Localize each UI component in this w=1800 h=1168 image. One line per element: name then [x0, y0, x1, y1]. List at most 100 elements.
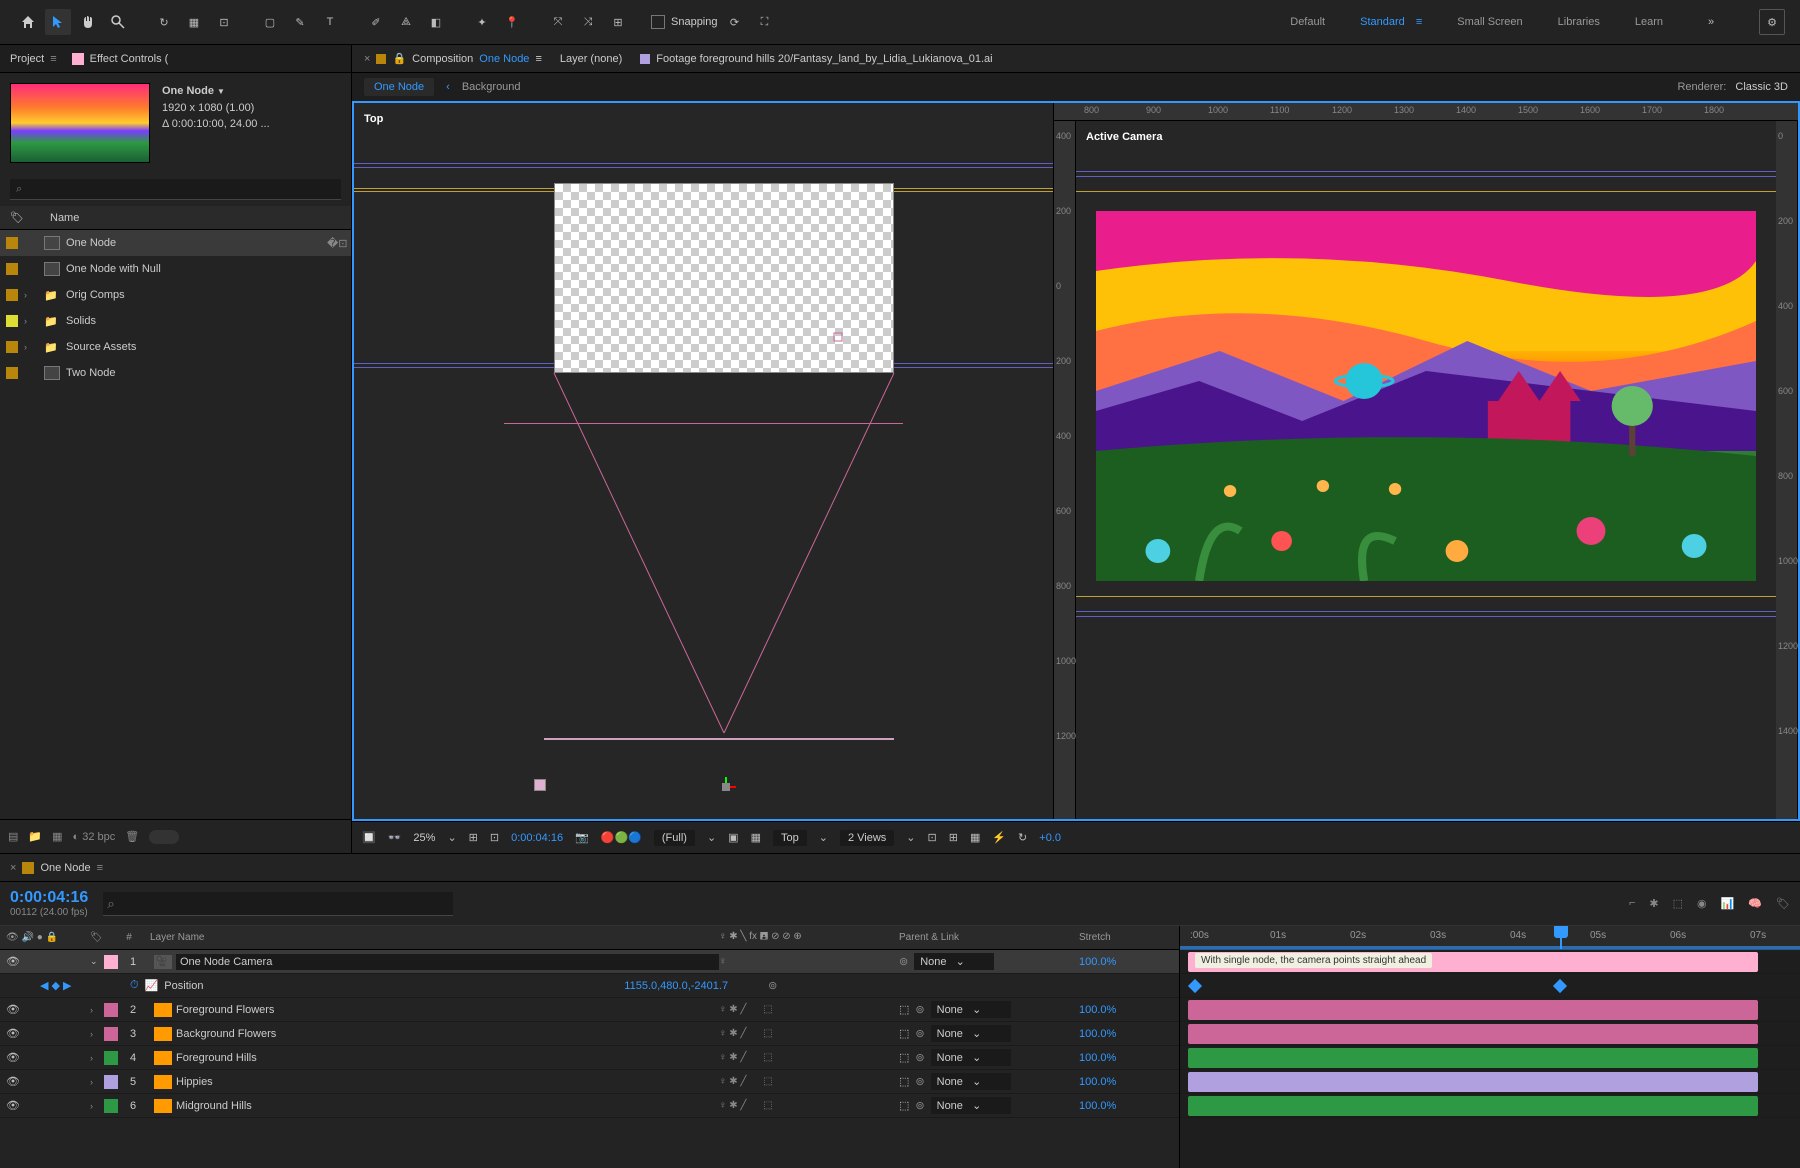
- view-dropdown-icon[interactable]: ⌄: [819, 831, 828, 844]
- breadcrumb-next[interactable]: Background: [462, 81, 521, 93]
- world-axis-icon[interactable]: ⤨: [575, 9, 601, 35]
- layer-expand-icon[interactable]: ›: [90, 1053, 104, 1063]
- layer-switches[interactable]: ♀ ✱ ╱ ⬚: [719, 1004, 899, 1015]
- stretch-value[interactable]: 100.0%: [1079, 1052, 1179, 1064]
- guides-icon[interactable]: ⊡: [490, 831, 499, 844]
- effect-controls-tab[interactable]: Effect Controls (: [72, 53, 169, 65]
- layer-switches[interactable]: ♀ ✱ ╱ ⬚: [719, 1076, 899, 1087]
- snap-opt-1-icon[interactable]: ⟳: [722, 9, 748, 35]
- parent-dropdown[interactable]: None ⌄: [931, 1097, 1011, 1114]
- project-tab[interactable]: Project ≡: [10, 53, 57, 65]
- graph-editor-icon[interactable]: 📊: [1721, 897, 1735, 910]
- snapshot-icon[interactable]: 📷: [575, 831, 589, 844]
- layer-expand-icon[interactable]: ›: [90, 1101, 104, 1111]
- pickwhip-icon[interactable]: ⊚: [915, 1003, 924, 1016]
- timeline-tab[interactable]: × One Node ≡: [10, 862, 103, 874]
- track-row[interactable]: [1180, 1094, 1800, 1118]
- track-row[interactable]: [1180, 998, 1800, 1022]
- layer-bar[interactable]: [1188, 1024, 1758, 1044]
- stretch-value[interactable]: 100.0%: [1079, 1004, 1179, 1016]
- layer-name[interactable]: Background Flowers: [176, 1028, 719, 1040]
- project-item[interactable]: › 📁 Orig Comps: [0, 282, 351, 308]
- layer-switches[interactable]: ♀: [719, 956, 899, 967]
- breadcrumb-arrow-icon[interactable]: ‹: [446, 81, 450, 93]
- timeline-layer-row[interactable]: 👁 ⌄ 1 🎥 One Node Camera ♀ ⊚ None ⌄ 100.0…: [0, 950, 1179, 974]
- brush-tool-icon[interactable]: ✐: [363, 9, 389, 35]
- eraser-tool-icon[interactable]: ◧: [423, 9, 449, 35]
- layer-tab[interactable]: Layer (none): [560, 53, 622, 65]
- layer-name[interactable]: Hippies: [176, 1076, 719, 1088]
- roto-tool-icon[interactable]: ✦: [469, 9, 495, 35]
- lock-icon[interactable]: 🔒: [392, 52, 406, 65]
- views-dropdown-icon[interactable]: ⌄: [906, 831, 915, 844]
- parent-dropdown[interactable]: None ⌄: [931, 1049, 1011, 1066]
- interpret-footage-icon[interactable]: ▤: [8, 830, 18, 843]
- renderer-selector[interactable]: Renderer: Classic 3D: [1677, 81, 1788, 93]
- zoom-value[interactable]: 25%: [413, 832, 435, 844]
- res-dropdown-icon[interactable]: ⌄: [707, 831, 716, 844]
- orbit-tool-icon[interactable]: ↻: [151, 9, 177, 35]
- timeline-current-time[interactable]: 0:00:04:16: [10, 889, 88, 907]
- item-tag[interactable]: [6, 341, 18, 353]
- close-tab-icon[interactable]: ×: [364, 53, 370, 65]
- zoom-tool-icon[interactable]: [105, 9, 131, 35]
- expand-arrow-icon[interactable]: ›: [24, 290, 38, 300]
- comp-tab[interactable]: × 🔒 Composition One Node ≡: [364, 52, 542, 65]
- timeline-layer-row[interactable]: 👁 › 6 Midground Hills ♀ ✱ ╱ ⬚ ⬚ ⊚ None ⌄…: [0, 1094, 1179, 1118]
- workspace-menu-icon[interactable]: ≡: [1416, 16, 1422, 28]
- puppet-tool-icon[interactable]: 📍: [499, 9, 525, 35]
- track-row[interactable]: [1180, 1022, 1800, 1046]
- workspace-libraries[interactable]: Libraries: [1558, 16, 1600, 28]
- layer-tag[interactable]: [104, 1099, 118, 1113]
- visibility-toggle-icon[interactable]: 👁: [6, 1075, 22, 1088]
- camera-handle[interactable]: [534, 779, 546, 791]
- timeline-ruler[interactable]: :00s01s02s03s04s05s06s07s: [1180, 926, 1800, 950]
- draft3d-icon[interactable]: ⊡: [928, 831, 937, 844]
- view-axis-icon[interactable]: ⊞: [605, 9, 631, 35]
- pickwhip-icon[interactable]: ⊚: [915, 1051, 924, 1064]
- property-value[interactable]: 1155.0,480.0,-2401.7: [624, 980, 728, 992]
- timeline-layer-row[interactable]: 👁 › 2 Foreground Flowers ♀ ✱ ╱ ⬚ ⬚ ⊚ Non…: [0, 998, 1179, 1022]
- exposure-value[interactable]: +0.0: [1039, 832, 1061, 844]
- motion-blur-icon[interactable]: ◉: [1697, 897, 1707, 910]
- item-tag[interactable]: [6, 289, 18, 301]
- stretch-value[interactable]: 100.0%: [1079, 1076, 1179, 1088]
- hand-tool-icon[interactable]: [75, 9, 101, 35]
- clone-tool-icon[interactable]: ⟁: [393, 9, 419, 35]
- rect-tool-icon[interactable]: ▢: [257, 9, 283, 35]
- keyframe-icon[interactable]: [1188, 979, 1202, 993]
- tag-column-icon[interactable]: 🏷: [10, 211, 50, 224]
- parent-dropdown[interactable]: None ⌄: [931, 1001, 1011, 1018]
- dolly-icon[interactable]: ⊡: [211, 9, 237, 35]
- snap-opt-2-icon[interactable]: ⛶: [752, 9, 778, 35]
- num-column[interactable]: #: [114, 932, 144, 943]
- panel-menu-icon[interactable]: ≡: [50, 53, 56, 65]
- layer-bar[interactable]: [1188, 1096, 1758, 1116]
- layer-expand-icon[interactable]: ›: [90, 1077, 104, 1087]
- layer-tag[interactable]: [104, 1003, 118, 1017]
- resolution-selector[interactable]: (Full): [654, 830, 695, 846]
- 3d-cube-icon[interactable]: ⬚: [899, 1099, 909, 1112]
- layer-bar[interactable]: [1188, 1072, 1758, 1092]
- tag-column[interactable]: 🏷: [90, 932, 114, 943]
- layer-tag[interactable]: [104, 1075, 118, 1089]
- draft-3d-icon[interactable]: ⬚: [1673, 897, 1683, 910]
- 3d-cube-icon[interactable]: ⬚: [899, 1075, 909, 1088]
- comp-panel-menu-icon[interactable]: ≡: [535, 53, 541, 65]
- 3d-cube-icon[interactable]: ⬚: [899, 1051, 909, 1064]
- layer-name[interactable]: Midground Hills: [176, 1100, 719, 1112]
- timeline-tracks[interactable]: :00s01s02s03s04s05s06s07s With single no…: [1180, 926, 1800, 1168]
- viewport-active-camera[interactable]: 8009001000110012001300140015001600170018…: [1054, 103, 1798, 819]
- timeline-layer-row[interactable]: 👁 › 3 Background Flowers ♀ ✱ ╱ ⬚ ⬚ ⊚ Non…: [0, 1022, 1179, 1046]
- parent-dropdown[interactable]: None ⌄: [931, 1073, 1011, 1090]
- playhead[interactable]: [1560, 926, 1562, 949]
- flowchart-icon[interactable]: �⊡: [327, 237, 345, 250]
- 3d-cube-icon[interactable]: ⬚: [899, 1003, 909, 1016]
- parent-dropdown[interactable]: None ⌄: [931, 1025, 1011, 1042]
- roi-icon[interactable]: ▣: [728, 831, 738, 844]
- snapping-checkbox[interactable]: Snapping: [651, 15, 718, 29]
- layer-name-column[interactable]: Layer Name: [144, 932, 719, 943]
- stretch-column[interactable]: Stretch: [1079, 932, 1179, 943]
- property-track[interactable]: [1180, 974, 1800, 998]
- expand-arrow-icon[interactable]: ›: [24, 342, 38, 352]
